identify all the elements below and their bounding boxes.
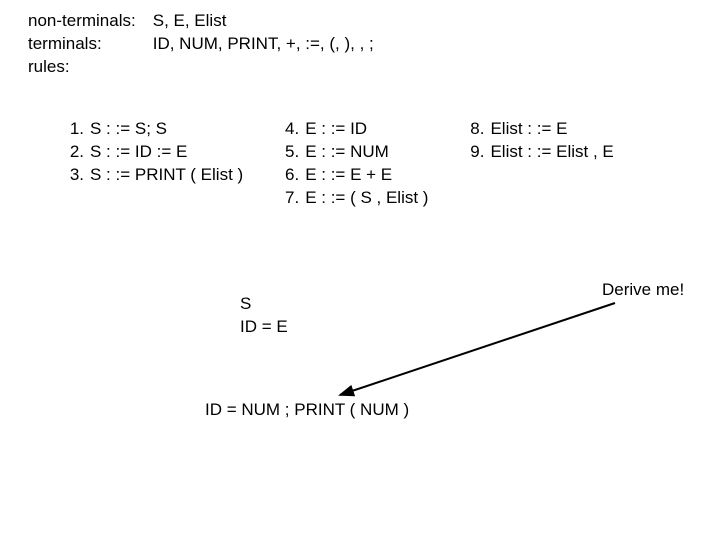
rules-label: rules: — [28, 56, 148, 79]
rule-item: 5.E : := NUM — [275, 141, 428, 164]
rule-item: 6.E : := E + E — [275, 164, 428, 187]
rules-col-1: 1.S : := S; S 2.S : := ID := E 3.S : := … — [60, 118, 243, 187]
rule-item: 8.Elist : := E — [460, 118, 613, 141]
rule-item: 7.E : := ( S , Elist ) — [275, 187, 428, 210]
rule-item: 1.S : := S; S — [60, 118, 243, 141]
rule-item: 9.Elist : := Elist , E — [460, 141, 613, 164]
derivation-line-2: ID = E — [240, 316, 288, 339]
rule-item: 2.S : := ID := E — [60, 141, 243, 164]
nonterminals-row: non-terminals: S, E, Elist — [28, 10, 374, 33]
terminals-label: terminals: — [28, 33, 148, 56]
rule-item: 3.S : := PRINT ( Elist ) — [60, 164, 243, 187]
grammar-definitions: non-terminals: S, E, Elist terminals: ID… — [28, 10, 374, 79]
rules-col-2: 4.E : := ID 5.E : := NUM 6.E : := E + E … — [275, 118, 428, 210]
rule-item: 4.E : := ID — [275, 118, 428, 141]
nonterminals-label: non-terminals: — [28, 10, 148, 33]
derive-me-callout: Derive me! — [602, 280, 684, 300]
arrow-icon — [310, 295, 690, 405]
derivation-block: S ID = E — [240, 293, 288, 339]
rules-row: rules: — [28, 56, 374, 79]
rules-col-3: 8.Elist : := E 9.Elist : := Elist , E — [460, 118, 613, 164]
terminals-row: terminals: ID, NUM, PRINT, +, :=, (, ), … — [28, 33, 374, 56]
rules-columns: 1.S : := S; S 2.S : := ID := E 3.S : := … — [60, 118, 614, 210]
derivation-line-1: S — [240, 293, 288, 316]
final-string: ID = NUM ; PRINT ( NUM ) — [205, 400, 409, 420]
nonterminals-value: S, E, Elist — [153, 11, 227, 30]
terminals-value: ID, NUM, PRINT, +, :=, (, ), , ; — [153, 34, 374, 53]
